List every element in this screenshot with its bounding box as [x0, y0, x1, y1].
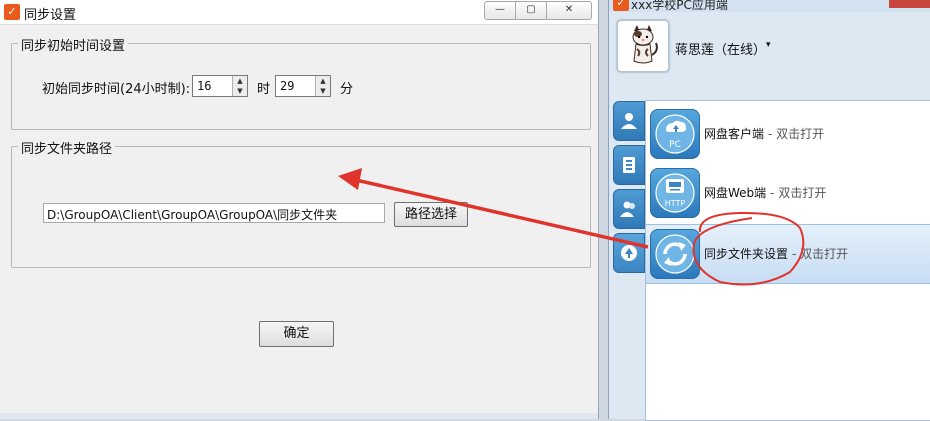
list-item-netdisk-web[interactable]: HTTP 网盘Web端 - 双击打开: [646, 164, 930, 222]
spin-up-icon[interactable]: ▲: [233, 76, 247, 86]
sync-settings-dialog: ✓ 同步设置 — ▢ ✕ 同步初始时间设置 初始同步时间(24小时制): 16 …: [0, 0, 599, 419]
item-hint: - 双击打开: [768, 127, 825, 141]
http-icon: HTTP: [650, 168, 700, 218]
hour-spin-arrows[interactable]: ▲ ▼: [232, 76, 247, 96]
start-time-label: 初始同步时间(24小时制):: [42, 82, 191, 97]
minute-value[interactable]: 29: [280, 79, 294, 93]
tab-person[interactable]: [613, 101, 645, 141]
sync-path-group: 同步文件夹路径 D:\GroupOA\Client\GroupOA\GroupO…: [11, 138, 591, 268]
dialog-title: 同步设置: [24, 8, 77, 23]
tab-group[interactable]: [613, 189, 645, 229]
list-item-netdisk-client[interactable]: PC 网盘客户端 - 双击打开: [646, 105, 930, 163]
browse-path-button[interactable]: 路径选择: [394, 202, 468, 227]
cloud-pc-icon: PC: [650, 109, 700, 159]
sync-icon: [650, 229, 700, 279]
window-controls: — ▢ ✕: [484, 1, 592, 20]
panel-close-button[interactable]: [889, 0, 930, 8]
sync-path-legend: 同步文件夹路径: [18, 138, 116, 157]
apps-icon: [621, 245, 637, 261]
minute-spinbox[interactable]: 29 ▲ ▼: [275, 75, 331, 97]
username[interactable]: 蒋思莲（在线）: [675, 39, 766, 58]
dialog-titlebar[interactable]: ✓ 同步设置 — ▢ ✕: [0, 0, 598, 25]
hour-unit-label: 时: [257, 82, 271, 97]
background-strip: [0, 413, 598, 419]
app-list: PC 网盘客户端 - 双击打开 HTTP 网盘Web端 - 双击打开 同步文件夹…: [645, 100, 930, 421]
close-button[interactable]: ✕: [547, 1, 592, 20]
list-item-label: 同步文件夹设置 - 双击打开: [704, 245, 848, 262]
avatar[interactable]: [617, 20, 669, 72]
item-name: 同步文件夹设置: [704, 247, 789, 261]
item-hint: - 双击打开: [770, 186, 827, 200]
cat-avatar-icon: [632, 25, 658, 64]
app-logo-icon: ✓: [613, 0, 629, 11]
status-dropdown-icon[interactable]: ▾: [766, 40, 771, 50]
item-name: 网盘Web端: [704, 186, 767, 200]
sync-path-value[interactable]: D:\GroupOA\Client\GroupOA\GroupOA\同步文件夹: [47, 206, 337, 223]
contacts-icon: [623, 157, 635, 173]
app-logo-icon: ✓: [4, 4, 20, 20]
group-icon: [620, 201, 635, 217]
tab-apps[interactable]: [613, 233, 645, 273]
spin-down-icon[interactable]: ▼: [233, 86, 247, 96]
person-icon: [621, 113, 637, 129]
sync-path-field[interactable]: D:\GroupOA\Client\GroupOA\GroupOA\同步文件夹: [43, 203, 385, 223]
minute-spin-arrows[interactable]: ▲ ▼: [315, 76, 330, 96]
hour-value[interactable]: 16: [197, 79, 211, 93]
start-time-legend: 同步初始时间设置: [18, 35, 129, 54]
maximize-button[interactable]: ▢: [516, 1, 547, 20]
side-tab-bar: [613, 101, 645, 277]
item-icon-text: HTTP: [665, 199, 686, 208]
list-item-label: 网盘Web端 - 双击打开: [704, 184, 826, 201]
tab-contacts[interactable]: [613, 145, 645, 185]
item-hint: - 双击打开: [792, 247, 849, 261]
minute-unit-label: 分: [340, 82, 354, 97]
list-item-sync-folder-settings[interactable]: 同步文件夹设置 - 双击打开: [646, 224, 930, 284]
list-item-label: 网盘客户端 - 双击打开: [704, 125, 824, 142]
spin-up-icon[interactable]: ▲: [316, 76, 330, 86]
ok-button[interactable]: 确定: [259, 321, 334, 347]
start-time-group: 同步初始时间设置 初始同步时间(24小时制): 16 ▲ ▼ 时 29 ▲ ▼ …: [11, 35, 591, 130]
panel-title: xxx学校PC应用端: [631, 0, 728, 12]
user-profile: 蒋思莲（在线） ▾: [609, 14, 930, 90]
spin-down-icon[interactable]: ▼: [316, 86, 330, 96]
pc-app-panel: ✓ xxx学校PC应用端 蒋思莲（在线） ▾ PC 网盘客户端 - 双击打开 H…: [608, 0, 930, 421]
minimize-button[interactable]: —: [484, 1, 516, 20]
item-icon-text: PC: [669, 140, 681, 150]
item-name: 网盘客户端: [704, 127, 765, 141]
hour-spinbox[interactable]: 16 ▲ ▼: [192, 75, 248, 97]
panel-titlebar[interactable]: ✓ xxx学校PC应用端: [609, 0, 930, 12]
